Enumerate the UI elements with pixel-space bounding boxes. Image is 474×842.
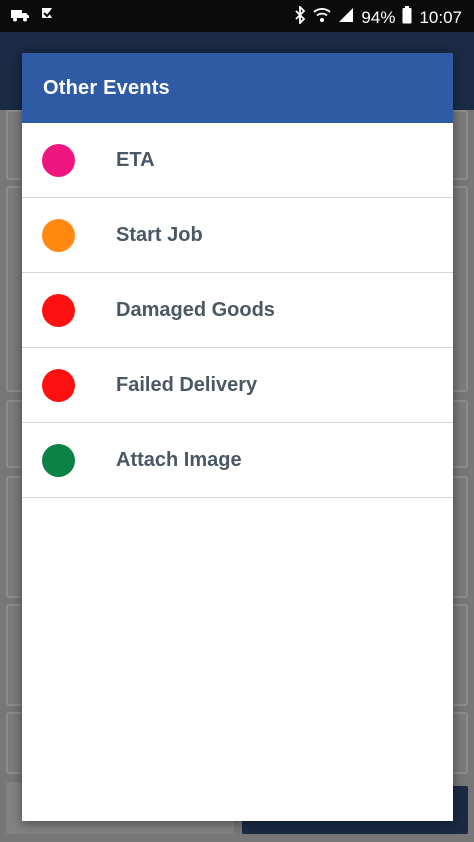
status-dot-icon — [42, 293, 75, 327]
wifi-icon — [313, 7, 332, 28]
event-item-attach-image[interactable]: Attach Image — [22, 423, 453, 498]
other-events-dialog: Other Events ETA Start Job Damaged Goods Fa… — [22, 53, 453, 821]
dialog-title: Other Events — [43, 76, 170, 99]
event-item-damaged-goods[interactable]: Damaged Goods — [22, 273, 453, 348]
check-flag-icon — [40, 7, 56, 28]
status-bar: 94% 10:07 — [0, 0, 474, 32]
status-dot-icon — [42, 218, 75, 252]
event-label: Attach Image — [116, 448, 242, 471]
event-label: Start Job — [116, 223, 203, 246]
battery-icon — [402, 6, 412, 29]
status-dot-icon — [42, 443, 75, 477]
dialog-header: Other Events — [22, 53, 453, 123]
status-dot-icon — [42, 368, 75, 402]
bluetooth-icon — [294, 4, 306, 29]
status-dot-icon — [42, 143, 75, 177]
event-item-eta[interactable]: ETA — [22, 123, 453, 198]
truck-icon — [10, 7, 30, 28]
event-list: ETA Start Job Damaged Goods Failed Delivery… — [22, 123, 453, 498]
event-item-failed-delivery[interactable]: Failed Delivery — [22, 348, 453, 423]
event-label: Damaged Goods — [116, 298, 275, 321]
battery-percent: 94% — [361, 7, 396, 27]
event-label: Failed Delivery — [116, 373, 258, 396]
signal-icon — [338, 7, 354, 28]
event-label: ETA — [116, 148, 155, 171]
clock: 10:07 — [419, 7, 462, 27]
event-item-start-job[interactable]: Start Job — [22, 198, 453, 273]
